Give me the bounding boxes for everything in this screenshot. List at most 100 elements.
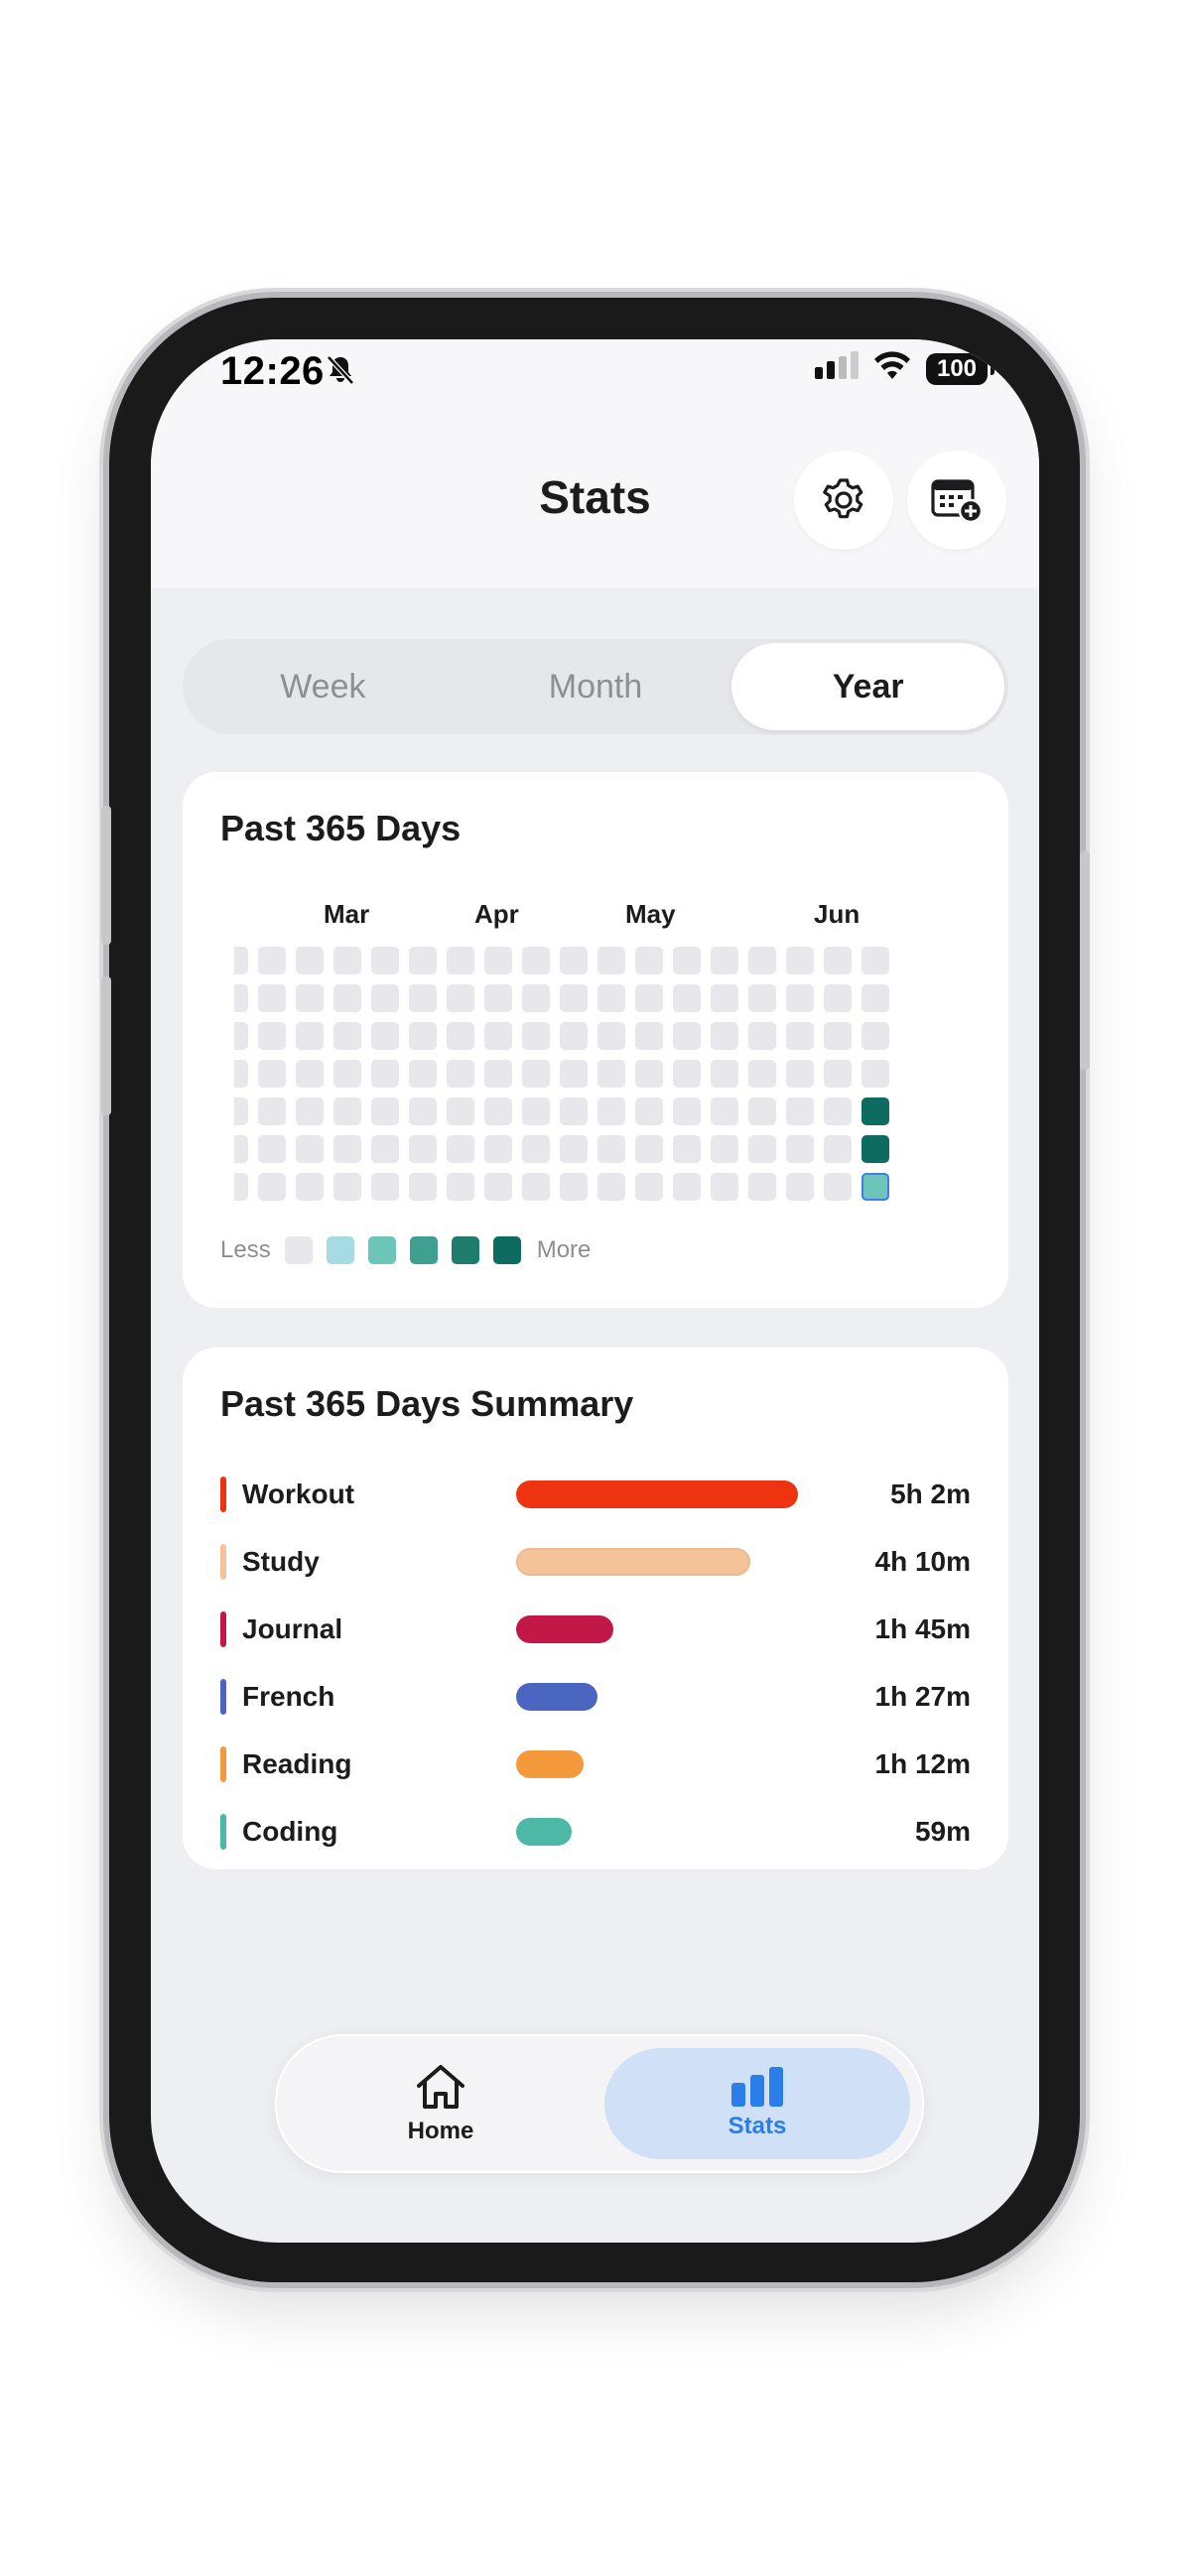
- heatmap-day-cell[interactable]: [748, 984, 776, 1012]
- heatmap-day-cell[interactable]: [597, 1097, 625, 1125]
- heatmap-day-cell[interactable]: [673, 1173, 701, 1201]
- heatmap-day-cell[interactable]: [824, 984, 852, 1012]
- heatmap-day-cell[interactable]: [258, 1173, 286, 1201]
- heatmap-day-cell[interactable]: [333, 1135, 361, 1163]
- heatmap-day-cell[interactable]: [748, 1022, 776, 1050]
- summary-row[interactable]: Journal 1h 45m: [220, 1610, 971, 1649]
- heatmap-day-cell[interactable]: [748, 1060, 776, 1088]
- heatmap-day-cell[interactable]: [333, 947, 361, 974]
- heatmap-day-cell[interactable]: [824, 1135, 852, 1163]
- heatmap-day-cell[interactable]: [258, 1060, 286, 1088]
- heatmap-day-cell[interactable]: [234, 1022, 248, 1050]
- heatmap-day-cell[interactable]: [371, 1135, 399, 1163]
- heatmap-day-cell[interactable]: [296, 1060, 324, 1088]
- heatmap-day-cell[interactable]: [522, 1135, 550, 1163]
- heatmap-day-cell[interactable]: [371, 947, 399, 974]
- heatmap-day-cell[interactable]: [673, 1097, 701, 1125]
- heatmap-day-cell[interactable]: [748, 1173, 776, 1201]
- heatmap-day-cell[interactable]: [296, 1135, 324, 1163]
- heatmap-day-cell[interactable]: [786, 984, 814, 1012]
- heatmap-day-cell[interactable]: [234, 1060, 248, 1088]
- heatmap-day-cell[interactable]: [711, 1097, 738, 1125]
- heatmap-day-cell[interactable]: [234, 1097, 248, 1125]
- heatmap-day-cell[interactable]: [234, 1173, 248, 1201]
- heatmap-day-cell[interactable]: [824, 947, 852, 974]
- heatmap-day-cell[interactable]: [748, 1097, 776, 1125]
- segment-month[interactable]: Month: [460, 643, 732, 730]
- heatmap-day-cell[interactable]: [861, 1135, 889, 1163]
- heatmap-day-cell[interactable]: [371, 1022, 399, 1050]
- heatmap-day-cell[interactable]: [409, 1173, 437, 1201]
- heatmap-day-cell[interactable]: [296, 1022, 324, 1050]
- heatmap-day-cell[interactable]: [333, 1060, 361, 1088]
- heatmap-day-cell[interactable]: [371, 1060, 399, 1088]
- heatmap-day-cell[interactable]: [234, 984, 248, 1012]
- heatmap-day-cell[interactable]: [635, 1097, 663, 1125]
- heatmap-day-cell[interactable]: [786, 947, 814, 974]
- heatmap-day-cell[interactable]: [258, 1097, 286, 1125]
- heatmap-day-cell[interactable]: [447, 1022, 474, 1050]
- heatmap-day-cell[interactable]: [333, 1022, 361, 1050]
- heatmap-day-cell[interactable]: [522, 1060, 550, 1088]
- summary-row[interactable]: Workout 5h 2m: [220, 1475, 971, 1514]
- heatmap-day-cell[interactable]: [673, 984, 701, 1012]
- heatmap-day-cell[interactable]: [786, 1022, 814, 1050]
- heatmap-day-cell[interactable]: [409, 947, 437, 974]
- heatmap-day-cell[interactable]: [522, 1097, 550, 1125]
- heatmap-day-cell[interactable]: [371, 984, 399, 1012]
- heatmap-day-cell[interactable]: [560, 947, 588, 974]
- heatmap-day-cell[interactable]: [786, 1060, 814, 1088]
- heatmap-day-cell[interactable]: [447, 1097, 474, 1125]
- heatmap-day-cell[interactable]: [597, 1173, 625, 1201]
- heatmap-day-cell[interactable]: [484, 1135, 512, 1163]
- heatmap-day-cell[interactable]: [861, 984, 889, 1012]
- summary-row[interactable]: Study 4h 10m: [220, 1542, 971, 1582]
- settings-button[interactable]: [794, 451, 893, 550]
- heatmap-day-cell[interactable]: [673, 1135, 701, 1163]
- heatmap-day-cell[interactable]: [597, 1135, 625, 1163]
- tab-stats[interactable]: Stats: [604, 2048, 910, 2159]
- heatmap-day-cell[interactable]: [861, 1173, 889, 1201]
- heatmap-day-cell[interactable]: [786, 1173, 814, 1201]
- heatmap-day-cell[interactable]: [447, 984, 474, 1012]
- heatmap-day-cell[interactable]: [711, 1135, 738, 1163]
- heatmap-day-cell[interactable]: [484, 1097, 512, 1125]
- heatmap-day-cell[interactable]: [409, 1097, 437, 1125]
- heatmap-day-cell[interactable]: [484, 984, 512, 1012]
- heatmap-day-cell[interactable]: [560, 1022, 588, 1050]
- heatmap-day-cell[interactable]: [824, 1022, 852, 1050]
- heatmap-day-cell[interactable]: [673, 1060, 701, 1088]
- heatmap-day-cell[interactable]: [635, 1135, 663, 1163]
- add-calendar-button[interactable]: [907, 451, 1006, 550]
- heatmap-day-cell[interactable]: [296, 1173, 324, 1201]
- heatmap-day-cell[interactable]: [333, 1173, 361, 1201]
- heatmap-day-cell[interactable]: [409, 1135, 437, 1163]
- heatmap-day-cell[interactable]: [484, 1060, 512, 1088]
- heatmap-day-cell[interactable]: [861, 947, 889, 974]
- heatmap-day-cell[interactable]: [597, 984, 625, 1012]
- summary-row[interactable]: French 1h 27m: [220, 1677, 971, 1717]
- heatmap-day-cell[interactable]: [522, 984, 550, 1012]
- heatmap-day-cell[interactable]: [484, 1022, 512, 1050]
- heatmap-day-cell[interactable]: [522, 947, 550, 974]
- heatmap-day-cell[interactable]: [673, 1022, 701, 1050]
- heatmap-day-cell[interactable]: [258, 984, 286, 1012]
- heatmap-day-cell[interactable]: [748, 1135, 776, 1163]
- segment-year[interactable]: Year: [731, 643, 1005, 730]
- heatmap-day-cell[interactable]: [824, 1173, 852, 1201]
- segment-week[interactable]: Week: [187, 643, 460, 730]
- heatmap-day-cell[interactable]: [296, 1097, 324, 1125]
- heatmap-day-cell[interactable]: [333, 984, 361, 1012]
- heatmap-day-cell[interactable]: [409, 1022, 437, 1050]
- heatmap-day-cell[interactable]: [824, 1060, 852, 1088]
- heatmap-day-cell[interactable]: [484, 947, 512, 974]
- heatmap-day-cell[interactable]: [409, 1060, 437, 1088]
- heatmap-day-cell[interactable]: [786, 1097, 814, 1125]
- heatmap-day-cell[interactable]: [560, 1135, 588, 1163]
- heatmap-day-cell[interactable]: [522, 1173, 550, 1201]
- heatmap-day-cell[interactable]: [861, 1022, 889, 1050]
- heatmap-day-cell[interactable]: [635, 1060, 663, 1088]
- heatmap-day-cell[interactable]: [635, 984, 663, 1012]
- heatmap-day-cell[interactable]: [861, 1060, 889, 1088]
- heatmap-day-cell[interactable]: [635, 1022, 663, 1050]
